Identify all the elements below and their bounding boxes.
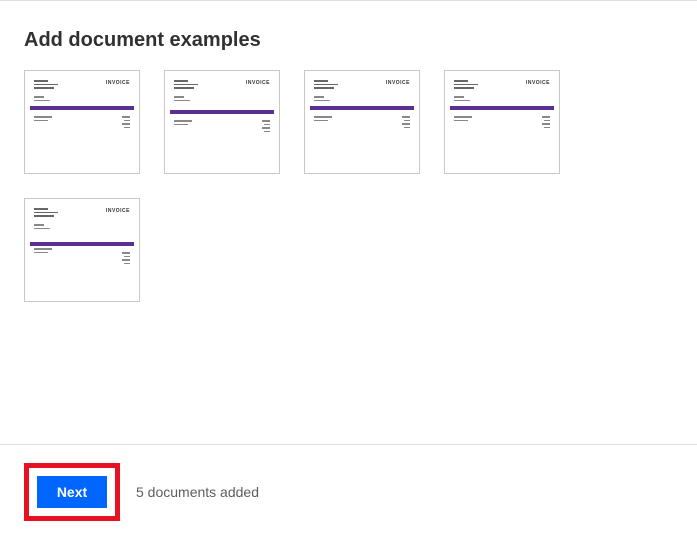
document-thumbnail[interactable]: INVOICE <box>24 198 140 302</box>
page-title: Add document examples <box>24 29 673 52</box>
document-thumbnail[interactable]: INVOICE <box>444 70 560 174</box>
invoice-preview: INVOICE <box>30 76 134 168</box>
invoice-preview: INVOICE <box>450 76 554 168</box>
invoice-label: INVOICE <box>246 80 270 86</box>
invoice-preview: INVOICE <box>170 76 274 168</box>
document-thumbnail[interactable]: INVOICE <box>24 70 140 174</box>
document-thumbnail[interactable]: INVOICE <box>304 70 420 174</box>
status-text: 5 documents added <box>136 484 259 500</box>
invoice-preview: INVOICE <box>310 76 414 168</box>
footer-bar: Next 5 documents added <box>0 444 697 521</box>
invoice-label: INVOICE <box>386 80 410 86</box>
document-thumbnails: INVOICE INVOICE INVOICE <box>24 70 673 302</box>
invoice-label: INVOICE <box>526 80 550 86</box>
main-content: Add document examples INVOICE INVOICE <box>0 1 697 302</box>
invoice-label: INVOICE <box>106 80 130 86</box>
highlight-annotation: Next <box>24 463 120 521</box>
invoice-label: INVOICE <box>106 208 130 214</box>
next-button[interactable]: Next <box>37 476 107 508</box>
document-thumbnail[interactable]: INVOICE <box>164 70 280 174</box>
invoice-preview: INVOICE <box>30 204 134 296</box>
